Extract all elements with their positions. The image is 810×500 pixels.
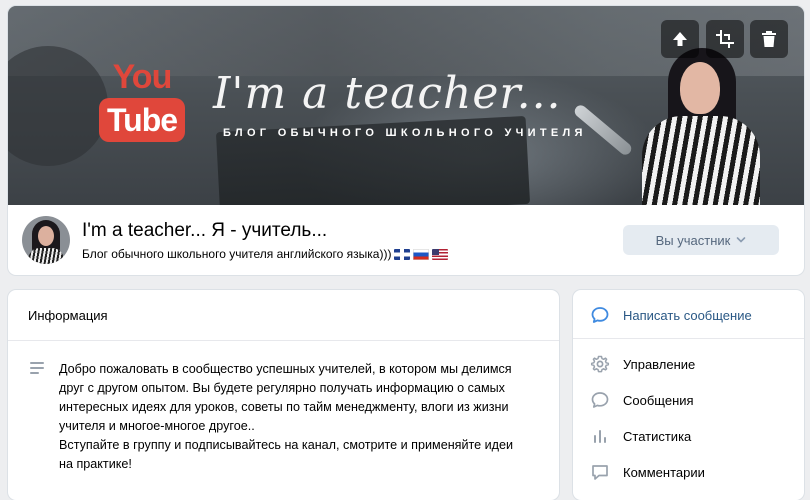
upload-icon: [673, 32, 687, 46]
group-avatar[interactable]: [22, 216, 70, 264]
group-description: Добро пожаловать в сообщество успешных у…: [59, 360, 549, 474]
message-icon: [591, 392, 609, 408]
cover-subtitle: БЛОГ ОБЫЧНОГО ШКОЛЬНОГО УЧИТЕЛЯ: [223, 127, 587, 139]
menu-item-comments[interactable]: Комментарии: [573, 457, 804, 487]
crop-icon: [716, 30, 734, 48]
info-card: Информация Добро пожаловать в сообщество…: [8, 290, 559, 500]
write-message-button[interactable]: Написать сообщение: [573, 300, 804, 330]
group-name: I'm a teacher... Я - учитель...: [82, 220, 328, 241]
comment-icon: [592, 465, 608, 480]
description-line: друг с другом опытом. Вы будете регулярн…: [59, 381, 505, 395]
description-line: Добро пожаловать в сообщество успешных у…: [59, 362, 512, 376]
group-header-card: You Tube I'm a teacher... БЛОГ ОБЫЧНОГО …: [8, 6, 804, 275]
description-line: интересных идеях для уроков, советы по т…: [59, 400, 509, 414]
menu-item-comments-label: Комментарии: [623, 464, 705, 480]
youtube-logo: You Tube: [94, 58, 190, 154]
write-message-label: Написать сообщение: [623, 307, 752, 323]
youtube-logo-tube: Tube: [98, 98, 186, 142]
crop-cover-button[interactable]: [706, 20, 744, 58]
description-icon: [30, 362, 46, 376]
cover-title: I'm a teacher...: [213, 68, 562, 119]
description-line: на практике!: [59, 457, 132, 471]
delete-cover-button[interactable]: [750, 20, 788, 58]
flag-uk-icon: [394, 248, 411, 260]
gear-icon: [590, 355, 610, 373]
bar-chart-icon: [594, 430, 606, 443]
group-status: Блог обычного школьного учителя английск…: [82, 247, 449, 261]
group-status-text: Блог обычного школьного учителя английск…: [82, 247, 392, 261]
trash-icon: [762, 31, 776, 47]
info-title: Информация: [28, 308, 108, 323]
menu-item-messages-label: Сообщения: [623, 392, 694, 408]
side-actions-card: Написать сообщение Управление Сообщения …: [573, 290, 804, 500]
menu-item-messages[interactable]: Сообщения: [573, 385, 804, 415]
flag-us-icon: [432, 248, 449, 260]
menu-item-statistics-label: Статистика: [623, 428, 692, 444]
flag-ru-icon: [413, 248, 430, 260]
cover-image: You Tube I'm a teacher... БЛОГ ОБЫЧНОГО …: [8, 6, 804, 205]
divider: [8, 340, 559, 341]
divider: [573, 338, 804, 339]
menu-item-manage-label: Управление: [623, 356, 696, 372]
upload-cover-button[interactable]: [661, 20, 699, 58]
description-line: Вступайте в группу и подписывайтесь на к…: [59, 438, 514, 452]
membership-button-label: Вы участник: [655, 232, 731, 248]
chevron-down-icon: [737, 237, 746, 243]
description-line: учителя и многое-многое другое..: [59, 419, 255, 433]
membership-button[interactable]: Вы участник: [623, 225, 779, 255]
cover-person-photo: [628, 36, 760, 205]
menu-item-statistics[interactable]: Статистика: [573, 421, 804, 451]
menu-item-manage[interactable]: Управление: [573, 349, 804, 379]
chat-bubble-icon: [591, 307, 609, 323]
youtube-logo-you: You: [112, 58, 173, 96]
